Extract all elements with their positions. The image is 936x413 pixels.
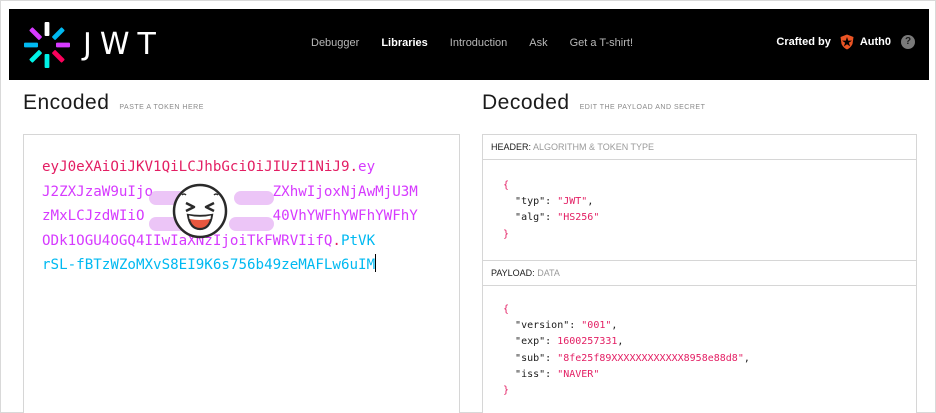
token-line: ODk1OGU4OGQ4IIwIaXNzIjoiTkFWRVIifQ.PtVK [42,229,447,254]
token-segment-purple: 40VhYWFhYWFhYWFhY [272,208,418,225]
json-row: "exp": 1600257331, [503,334,916,350]
json-colon: : [569,320,582,332]
token-segment-blue: PtVK [340,232,376,249]
jwt-wordmark[interactable]: JWT [83,27,164,63]
json-close-brace: } [503,383,916,399]
token-segment-purple: ODk1OGU4OGQ4I [42,232,154,249]
nav-links: Debugger Libraries Introduction Ask Get … [311,35,655,51]
json-value: 1600257331 [557,336,618,348]
nav-link-libraries[interactable]: Libraries [381,35,427,51]
token-line: eyJ0eXAiOiJKV1QiLCJhbGciOiJIUzI1NiJ9.ey [42,155,447,180]
browser-frame: JWT Debugger Libraries Introduction Ask … [0,0,936,413]
json-key: "version" [515,320,570,332]
header-sublabel: ALGORITHM & TOKEN TYPE [533,142,655,152]
token-line: rSL-fBTzWZoMXvS8EI9K6s756b49zeMAFLw6uIM [42,253,447,278]
brace: } [503,385,510,397]
json-value: "001" [581,320,612,332]
text-cursor [375,254,377,273]
nav-link-introduction[interactable]: Introduction [450,35,507,51]
token-segment-purple: zMxLCJzdWIiO [42,208,145,225]
json-key: "sub" [515,352,546,364]
auth0-shield-icon[interactable] [839,34,855,50]
header-section-title: HEADER: ALGORITHM & TOKEN TYPE [483,135,916,160]
decoded-title: Decoded [482,91,570,114]
laughing-face-sticker-icon [172,183,228,239]
help-icon[interactable]: ? [901,35,915,49]
json-colon: : [545,352,558,364]
nav-link-tshirt[interactable]: Get a T-shirt! [570,35,633,51]
json-value: "JWT" [557,196,588,208]
json-key: "iss" [515,368,546,380]
json-comma: , [617,336,624,348]
payload-section-title: PAYLOAD: DATA [483,261,916,286]
nav-link-debugger[interactable]: Debugger [311,35,359,51]
json-comma: , [611,320,618,332]
token-segment-red: eyJ0eXAiOiJKV1QiLCJhbGciOiJIUzI1NiJ9 [42,159,350,175]
json-key: "typ" [515,196,546,208]
nav-link-ask[interactable]: Ask [529,35,547,51]
top-navbar: JWT Debugger Libraries Introduction Ask … [9,9,929,80]
brace: { [503,304,510,315]
decoded-subtitle: EDIT THE PAYLOAD AND SECRET [579,104,706,111]
payload-label: PAYLOAD: [491,268,535,278]
json-open-brace: { [503,178,916,194]
token-segment-purple: ZXhwIjoxNjAwMjU3M [272,183,418,200]
json-value: "NAVER" [557,368,600,380]
json-close-brace: } [503,227,916,243]
header-label: HEADER: [491,142,532,152]
encoded-heading: Encoded PASTE A TOKEN HERE [23,91,204,115]
json-value: "HS256" [557,212,600,224]
encoded-token-editor[interactable]: eyJ0eXAiOiJKV1QiLCJhbGciOiJIUzI1NiJ9.ey J… [23,134,460,413]
json-key: "alg" [515,212,546,224]
json-colon: : [545,212,558,224]
brace: } [503,228,510,240]
encoded-title: Encoded [23,91,110,114]
encoded-subtitle: PASTE A TOKEN HERE [119,104,204,111]
json-row: "version": "001", [503,318,916,334]
jwt-logo-icon[interactable] [23,21,71,69]
redaction-blur [229,217,274,231]
json-comma: , [587,196,594,208]
payload-sublabel: DATA [537,268,560,278]
json-row: "typ": "JWT", [503,194,916,210]
crafted-by-label: Crafted by [776,36,831,48]
auth0-brand-name[interactable]: Auth0 [860,33,891,51]
json-row: "sub": "8fe25f89XXXXXXXXXXXX8958e88d8", [503,351,916,367]
json-row: "alg": "HS256" [503,210,916,226]
json-colon: : [545,196,558,208]
json-colon: : [545,336,558,348]
json-open-brace: { [503,302,916,318]
json-key: "exp" [515,336,546,348]
token-segment-purple: J2ZXJzaW9uIjo [42,183,154,200]
crafted-by: Crafted by Auth0 ? [776,33,915,51]
json-row: "iss": "NAVER" [503,367,916,383]
token-segment-red: . [332,232,341,249]
decoded-panel: HEADER: ALGORITHM & TOKEN TYPE { "typ": … [482,134,917,413]
decoded-heading: Decoded EDIT THE PAYLOAD AND SECRET [482,91,705,115]
json-comma: , [743,352,750,364]
json-colon: : [545,368,558,380]
token-segment-red: . [349,159,359,175]
header-json-editor[interactable]: { "typ": "JWT", "alg": "HS256"} [483,160,916,261]
token-segment-blue: rSL-fBTzWZoMXvS8EI9K6s756b49zeMAFLw6uIM [42,257,376,274]
payload-json-editor[interactable]: { "version": "001", "exp": 1600257331, "… [483,286,916,399]
token-segment-purple: ey [358,159,376,175]
json-value: "8fe25f89XXXXXXXXXXXX8958e88d8" [557,352,744,364]
brace: { [503,180,510,191]
redaction-blur [234,191,274,205]
